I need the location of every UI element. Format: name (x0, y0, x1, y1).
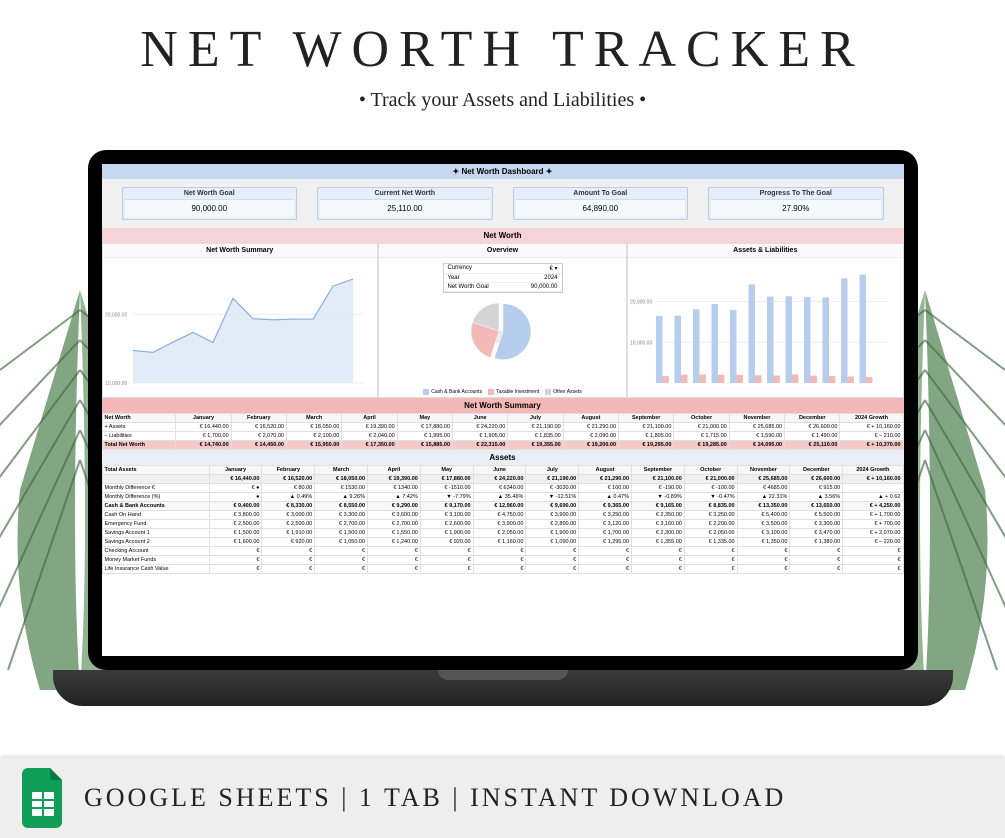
laptop-base (53, 670, 953, 706)
assets-table[interactable]: Total AssetsJanuaryFebruaryMarchAprilMay… (102, 465, 904, 574)
summary-table[interactable]: Net WorthJanuaryFebruaryMarchAprilMayJun… (102, 413, 904, 450)
svg-text:20,000.00: 20,000.00 (105, 312, 127, 318)
summary-section-title: Net Worth Summary (102, 398, 904, 413)
card-progress: Progress To The Goal 27.90% (708, 187, 884, 220)
bar-chart: 10,000.00 20,000.00 (628, 258, 902, 393)
card-amount-to-goal: Amount To Goal 64,890.00 (513, 187, 689, 220)
svg-text:20,000.00: 20,000.00 (630, 300, 652, 306)
card-value: 90,000.00 (125, 200, 295, 217)
card-value: 25,110.00 (320, 200, 490, 217)
overview-box: Currency € ▾ Year 2024 Net Worth Goal 90… (443, 263, 563, 293)
line-chart-title: Net Worth Summary (103, 244, 377, 258)
year-value[interactable]: 2024 (544, 275, 557, 281)
card-label: Net Worth Goal (125, 190, 295, 200)
year-label: Year (448, 275, 460, 281)
card-label: Current Net Worth (320, 190, 490, 200)
goal-label: Net Worth Goal (448, 284, 489, 290)
pie-legend: Cash & Bank AccountsTaxable InvestmentOt… (379, 389, 626, 395)
currency-label: Currency (448, 265, 472, 272)
footer-bar: GOOGLE SHEETS | 1 TAB | INSTANT DOWNLOAD (0, 758, 1005, 838)
bar-chart-panel: Assets & Liabilities 10,000.00 20,000.00 (627, 243, 903, 398)
spreadsheet-screen: ✦ Net Worth Dashboard ✦ Net Worth Goal 9… (102, 164, 904, 656)
laptop-mockup: ✦ Net Worth Dashboard ✦ Net Worth Goal 9… (88, 150, 918, 720)
pie-chart (379, 298, 626, 368)
card-value: 27.90% (711, 200, 881, 217)
card-current: Current Net Worth 25,110.00 (317, 187, 493, 220)
net-worth-section: Net Worth (102, 228, 904, 243)
dashboard-title: ✦ Net Worth Dashboard ✦ (102, 164, 904, 179)
hero-subtitle: • Track your Assets and Liabilities • (0, 89, 1005, 112)
overview-title: Overview (379, 244, 626, 258)
currency-value[interactable]: € (549, 266, 552, 272)
laptop-notch (438, 670, 568, 680)
assets-section-title: Assets (102, 450, 904, 465)
goal-value[interactable]: 90,000.00 (531, 284, 558, 290)
overview-panel: Overview Currency € ▾ Year 2024 Net Wort… (378, 243, 627, 398)
card-label: Amount To Goal (516, 190, 686, 200)
svg-text:10,000.00: 10,000.00 (630, 340, 652, 346)
svg-text:10,000.00: 10,000.00 (105, 381, 127, 387)
summary-cards: Net Worth Goal 90,000.00 Current Net Wor… (102, 179, 904, 228)
card-value: 64,890.00 (516, 200, 686, 217)
bar-chart-title: Assets & Liabilities (628, 244, 902, 258)
footer-text: GOOGLE SHEETS | 1 TAB | INSTANT DOWNLOAD (84, 783, 786, 813)
card-label: Progress To The Goal (711, 190, 881, 200)
line-chart-panel: Net Worth Summary 10,000.00 20,000.00 (102, 243, 378, 398)
hero-title: NET WORTH TRACKER (0, 0, 1005, 79)
line-chart: 10,000.00 20,000.00 (103, 258, 377, 393)
google-sheets-icon (20, 768, 68, 828)
card-goal: Net Worth Goal 90,000.00 (122, 187, 298, 220)
